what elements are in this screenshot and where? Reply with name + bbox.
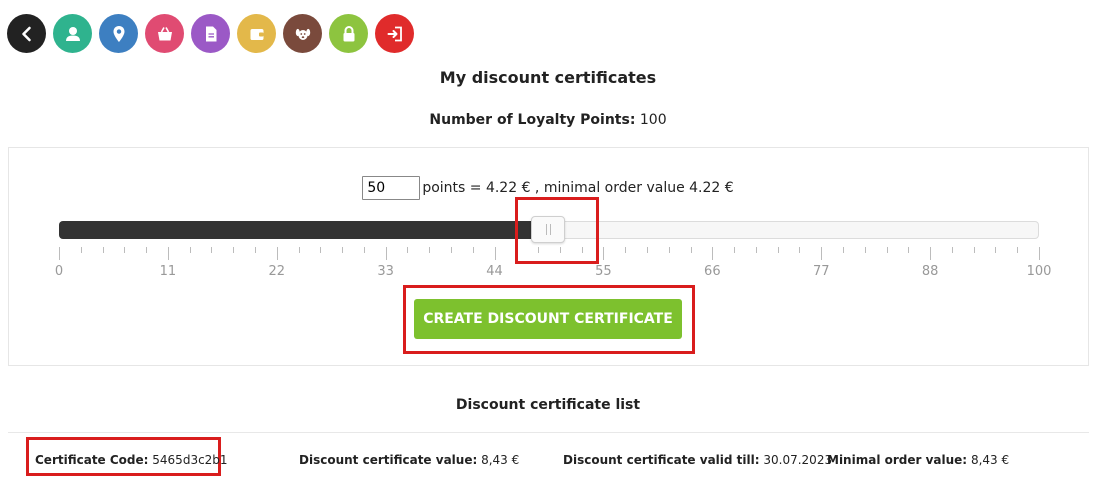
- slider-minor-tick: [690, 247, 692, 253]
- wallet-button[interactable]: [237, 14, 276, 53]
- slider-minor-tick: [734, 247, 736, 253]
- slider-minor-tick: [429, 247, 431, 253]
- certificate-valid-till: Discount certificate valid till: 30.07.2…: [563, 453, 832, 467]
- documents-button[interactable]: [191, 14, 230, 53]
- certificate-code: Certificate Code: 5465d3c2b1: [35, 453, 228, 467]
- slider-tick-label: 22: [268, 264, 286, 279]
- lock-icon: [343, 25, 354, 41]
- slider-minor-tick: [189, 247, 191, 253]
- certificate-valid-label: Discount certificate valid till:: [563, 453, 760, 467]
- loyalty-points-label: Number of Loyalty Points:: [429, 112, 636, 128]
- logout-icon: [387, 26, 402, 41]
- slider-minor-tick: [1017, 247, 1019, 253]
- slider-major-tick: [494, 247, 496, 260]
- slider-minor-tick: [407, 247, 409, 253]
- slider-minor-tick: [886, 247, 888, 253]
- slider-minor-tick: [298, 247, 300, 253]
- certificate-value: Discount certificate value: 8,43 €: [299, 453, 519, 467]
- slider-tick-label: 88: [921, 264, 939, 279]
- slider-tick-label: 33: [377, 264, 394, 279]
- slider-minor-tick: [973, 247, 975, 253]
- slider-minor-tick: [908, 247, 910, 253]
- certificate-value-label: Discount certificate value:: [299, 453, 478, 467]
- points-slider-fill: [59, 221, 535, 239]
- slider-major-tick: [1039, 247, 1040, 260]
- slider-minor-tick: [668, 247, 670, 253]
- highlight-box-button: [403, 285, 695, 354]
- slider-tick-label: 0: [54, 264, 64, 279]
- list-divider: [8, 432, 1089, 433]
- orders-button[interactable]: [145, 14, 184, 53]
- certificate-min-label: Minimal order value:: [827, 453, 968, 467]
- loyalty-points: Number of Loyalty Points: 100: [0, 112, 1096, 128]
- slider-minor-tick: [451, 247, 452, 253]
- security-button[interactable]: [329, 14, 368, 53]
- location-pin-icon: [113, 25, 124, 42]
- certificate-list-title: Discount certificate list: [455, 397, 641, 413]
- points-input[interactable]: [362, 176, 421, 200]
- page-title: My discount certificates: [439, 68, 657, 87]
- slider-major-tick: [167, 247, 169, 260]
- slider-minor-tick: [755, 247, 757, 253]
- slider-minor-tick: [647, 247, 648, 253]
- highlight-box-slider: [515, 197, 599, 264]
- slider-minor-tick: [951, 247, 953, 253]
- slider-major-tick: [603, 247, 605, 260]
- slider-minor-tick: [843, 247, 844, 253]
- slider-minor-tick: [363, 247, 365, 253]
- slider-major-tick: [930, 247, 932, 260]
- certificate-valid-date: 30.07.2023: [763, 453, 833, 467]
- loyalty-points-value: 100: [639, 112, 667, 128]
- pets-button[interactable]: [283, 14, 322, 53]
- back-icon: [21, 26, 31, 41]
- slider-minor-tick: [625, 247, 627, 253]
- slider-tick-label: 66: [704, 264, 721, 279]
- document-icon: [205, 26, 216, 41]
- slider-minor-tick: [995, 247, 997, 253]
- slider-minor-tick: [320, 247, 322, 253]
- slider-minor-tick: [102, 247, 104, 253]
- logout-button[interactable]: [375, 14, 414, 53]
- slider-major-tick: [385, 247, 387, 260]
- certificate-value-amount: 8,43 €: [481, 453, 520, 467]
- account-nav: [7, 14, 414, 53]
- slider-minor-tick: [80, 247, 82, 253]
- certificate-code-label: Certificate Code:: [35, 453, 149, 467]
- certificate-minimal-order: Minimal order value: 8,43 €: [827, 453, 1009, 467]
- slider-tick-label: 100: [1026, 264, 1052, 279]
- certificate-code-value: 5465d3c2b1: [152, 453, 228, 467]
- slider-minor-tick: [255, 247, 256, 253]
- slider-minor-tick: [124, 247, 126, 253]
- slider-tick-label: 55: [595, 264, 612, 279]
- slider-major-tick: [712, 247, 714, 260]
- slider-tick-label: 44: [486, 264, 503, 279]
- slider-major-tick: [59, 247, 60, 260]
- certificate-min-value: 8,43 €: [970, 453, 1010, 467]
- shopping-basket-icon: [157, 26, 172, 40]
- slider-minor-tick: [472, 247, 474, 253]
- back-button[interactable]: [7, 14, 46, 53]
- slider-minor-tick: [233, 247, 235, 253]
- wallet-icon: [250, 28, 263, 40]
- dog-icon: [295, 28, 310, 40]
- slider-major-tick: [276, 247, 278, 260]
- slider-major-tick: [821, 247, 823, 260]
- slider-minor-tick: [342, 247, 344, 253]
- slider-minor-tick: [799, 247, 801, 253]
- profile-button[interactable]: [53, 14, 92, 53]
- slider-minor-tick: [146, 247, 148, 253]
- slider-minor-tick: [864, 247, 866, 253]
- slider-tick-label: 77: [812, 264, 830, 279]
- slider-minor-tick: [777, 247, 779, 253]
- user-icon: [65, 26, 80, 41]
- points-conversion-text: points = 4.22 € , minimal order value 4.…: [422, 180, 734, 196]
- slider-tick-label: 11: [159, 264, 177, 279]
- addresses-button[interactable]: [99, 14, 138, 53]
- slider-minor-tick: [211, 247, 213, 253]
